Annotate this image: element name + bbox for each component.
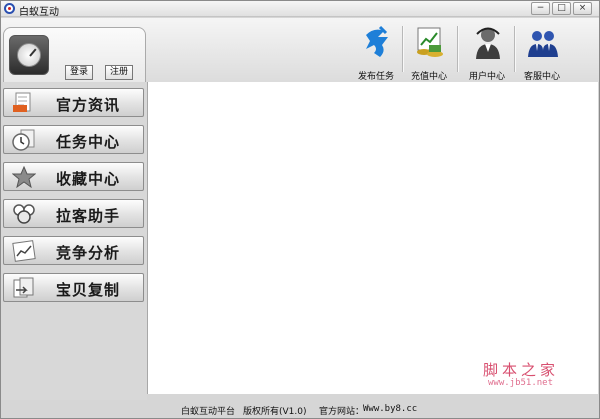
publish-icon bbox=[366, 25, 388, 57]
close-button[interactable]: × bbox=[573, 2, 592, 15]
login-button[interactable]: 登录 bbox=[65, 65, 93, 80]
sidebar-item-label: 任务中心 bbox=[56, 133, 121, 151]
recharge-center-button[interactable]: 充值中心 bbox=[403, 23, 455, 82]
star-icon bbox=[12, 166, 36, 188]
tool-label: 发布任务 bbox=[357, 72, 394, 82]
sidebar-item-customer-helper[interactable]: 拉客助手 bbox=[3, 199, 144, 228]
watermark-text: 脚本之家 bbox=[483, 361, 560, 379]
watermark-url: www.jb51.net bbox=[488, 378, 554, 388]
minimize-button[interactable]: − bbox=[531, 2, 550, 15]
toolbar-divider bbox=[457, 26, 458, 72]
sidebar-item-label: 拉客助手 bbox=[56, 207, 121, 225]
tool-label: 客服中心 bbox=[523, 72, 560, 82]
content-area[interactable]: 脚本之家 www.jb51.net bbox=[147, 82, 598, 394]
status-platform: 白蚁互动平台 bbox=[181, 407, 236, 417]
status-site-link[interactable]: Www.by8.cc bbox=[363, 404, 417, 414]
maximize-button[interactable]: □ bbox=[552, 2, 571, 15]
tool-label: 充值中心 bbox=[410, 72, 447, 82]
sidebar-item-competition[interactable]: 竞争分析 bbox=[3, 236, 144, 265]
sidebar-item-favorites[interactable]: 收藏中心 bbox=[3, 162, 144, 191]
user-icon bbox=[476, 27, 500, 59]
window-title: 白蚁互动 bbox=[19, 7, 59, 18]
service-icon bbox=[528, 31, 558, 57]
people-icon bbox=[13, 204, 35, 224]
avatar[interactable] bbox=[9, 35, 49, 75]
header-toolbar: 登录 注册 发布任务 充值中心 用户中心 客服中心 bbox=[1, 18, 599, 95]
app-logo-icon bbox=[4, 3, 15, 14]
chart-icon bbox=[12, 240, 36, 262]
clock-icon bbox=[12, 129, 35, 151]
service-center-button[interactable]: 客服中心 bbox=[516, 23, 568, 82]
sidebar-item-copy-product[interactable]: 宝贝复制 bbox=[3, 273, 144, 302]
news-icon bbox=[13, 92, 31, 112]
status-copyright: 版权所有(V1.0) bbox=[243, 407, 307, 417]
sidebar-item-label: 竞争分析 bbox=[56, 244, 121, 262]
sidebar-item-label: 宝贝复制 bbox=[56, 281, 121, 299]
title-bar[interactable]: 白蚁互动 − □ × bbox=[1, 1, 599, 18]
sidebar-item-tasks[interactable]: 任务中心 bbox=[3, 125, 144, 154]
sidebar-item-label: 官方资讯 bbox=[56, 96, 121, 114]
sidebar: 官方资讯 任务中心 收藏中心 拉客助手 竞争分析 宝贝复制 bbox=[1, 82, 147, 400]
sidebar-item-news[interactable]: 官方资讯 bbox=[3, 88, 144, 117]
sidebar-item-label: 收藏中心 bbox=[56, 170, 121, 188]
toolbar-divider bbox=[514, 26, 515, 72]
app-window: 白蚁互动 − □ × 登录 注册 发布任务 充值中心 用户中心 客服中心 官方资… bbox=[0, 0, 600, 419]
register-button[interactable]: 注册 bbox=[105, 65, 133, 80]
tool-label: 用户中心 bbox=[468, 72, 505, 82]
status-site-label: 官方网站： bbox=[319, 407, 365, 417]
recharge-icon bbox=[417, 27, 443, 57]
publish-task-button[interactable]: 发布任务 bbox=[350, 23, 402, 82]
status-bar: 白蚁互动平台 版权所有(V1.0) 官方网站： Www.by8.cc bbox=[1, 400, 599, 418]
user-center-button[interactable]: 用户中心 bbox=[461, 23, 513, 82]
copy-icon bbox=[13, 277, 34, 298]
compass-icon bbox=[17, 43, 41, 67]
